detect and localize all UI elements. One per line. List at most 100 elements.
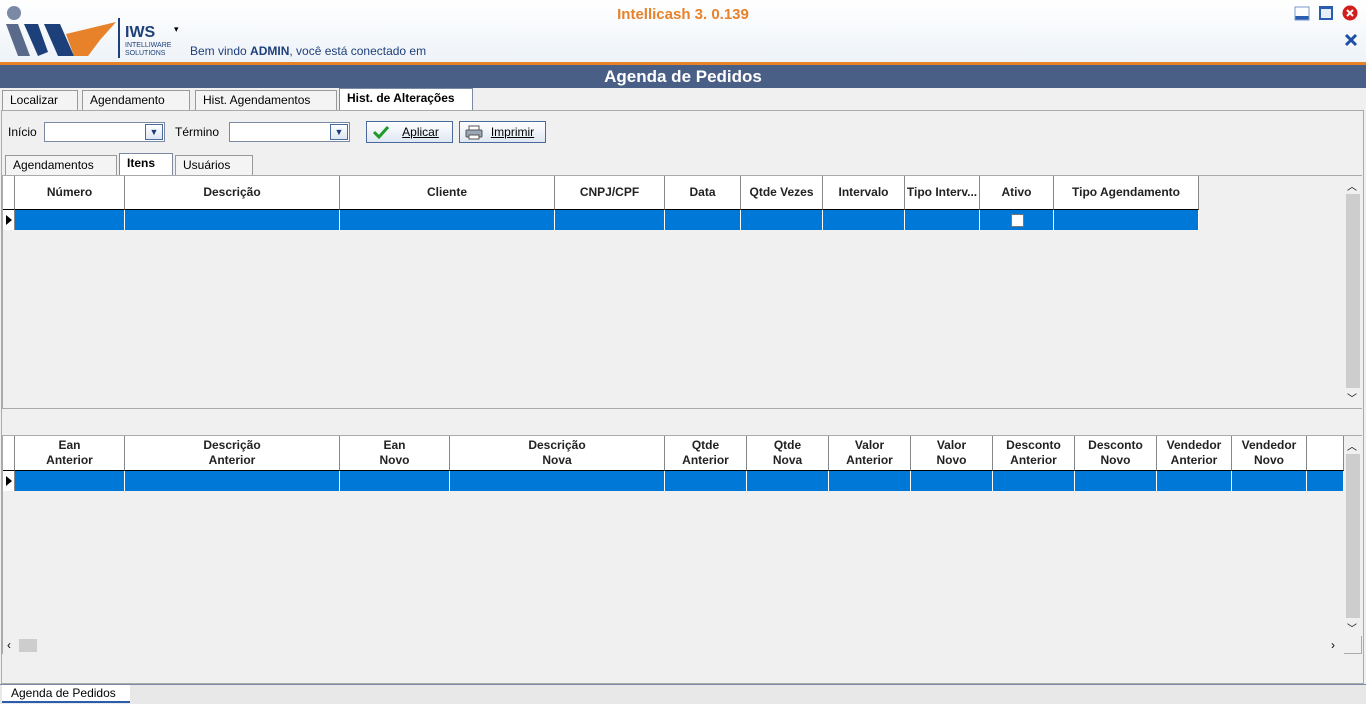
- col-header-line: Novo: [936, 453, 967, 467]
- apply-button[interactable]: Aplicar: [366, 121, 453, 143]
- cell-vendedor-novo[interactable]: [1232, 471, 1307, 491]
- cell-qtde-anterior[interactable]: [665, 471, 747, 491]
- col-header-qtde-anterior[interactable]: Qtde Anterior: [665, 436, 747, 471]
- dropdown-caret-icon[interactable]: ▾: [174, 24, 179, 35]
- cell-descricao[interactable]: [125, 210, 340, 230]
- col-header-valor-anterior[interactable]: Valor Anterior: [829, 436, 911, 471]
- chevron-down-icon[interactable]: ▼: [145, 124, 163, 140]
- cell-tipo-intervalo[interactable]: [905, 210, 980, 230]
- col-header-descricao-anterior[interactable]: Descrição Anterior: [125, 436, 340, 471]
- cell-filler: [1307, 471, 1344, 491]
- col-header-line: Nova: [772, 453, 803, 467]
- subtab-usuarios[interactable]: Usuários: [175, 155, 253, 175]
- itens-grid: Ean Anterior Descrição Anterior Ean Novo Descr…: [2, 435, 1362, 654]
- col-header-ean-anterior[interactable]: Ean Anterior: [15, 436, 125, 471]
- subtab-itens[interactable]: Itens: [119, 153, 173, 175]
- grid2-vertical-scrollbar[interactable]: ︿ ﹀: [1344, 436, 1362, 636]
- scroll-up-icon[interactable]: ︿: [1347, 178, 1357, 193]
- col-header-line: Ean: [383, 438, 406, 452]
- col-header-line: Novo: [1254, 453, 1284, 467]
- end-label: Término: [175, 125, 220, 139]
- cell-intervalo[interactable]: [823, 210, 905, 230]
- col-header-desconto-novo[interactable]: Desconto Novo: [1075, 436, 1157, 471]
- scroll-thumb[interactable]: [19, 639, 37, 652]
- row-indicator-header: [3, 176, 15, 210]
- cell-descricao-anterior[interactable]: [125, 471, 340, 491]
- cell-tipo-agendamento[interactable]: [1054, 210, 1199, 230]
- cell-valor-novo[interactable]: [911, 471, 993, 491]
- row-indicator[interactable]: [3, 471, 15, 491]
- col-header-numero[interactable]: Número: [15, 176, 125, 210]
- cell-numero[interactable]: [15, 210, 125, 230]
- col-header-vendedor-anterior[interactable]: Vendedor Anterior: [1157, 436, 1232, 471]
- col-header-valor-novo[interactable]: Valor Novo: [911, 436, 993, 471]
- subtab-agendamentos[interactable]: Agendamentos: [5, 155, 117, 175]
- cell-qtde-vezes[interactable]: [741, 210, 823, 230]
- tab-hist-agendamentos[interactable]: Hist. Agendamentos: [195, 90, 337, 110]
- row-indicator-header: [3, 436, 15, 471]
- start-date-combo[interactable]: ▼: [44, 122, 165, 142]
- col-header-cliente[interactable]: Cliente: [340, 176, 555, 210]
- col-header-data[interactable]: Data: [665, 176, 741, 210]
- close-window-icon[interactable]: [1343, 32, 1359, 48]
- grid2-horizontal-scrollbar[interactable]: ‹ ›: [3, 637, 1344, 654]
- cell-vendedor-anterior[interactable]: [1157, 471, 1232, 491]
- close-app-icon[interactable]: [1342, 5, 1358, 21]
- logo-text: IWS: [125, 24, 156, 41]
- scroll-thumb[interactable]: [1346, 454, 1360, 618]
- current-row-arrow-icon: [6, 476, 12, 486]
- col-header-intervalo[interactable]: Intervalo: [823, 176, 905, 210]
- col-header-qtde-nova[interactable]: Qtde Nova: [747, 436, 829, 471]
- col-header-cnpj-cpf[interactable]: CNPJ/CPF: [555, 176, 665, 210]
- scroll-right-icon[interactable]: ›: [1331, 638, 1335, 652]
- cell-valor-anterior[interactable]: [829, 471, 911, 491]
- cell-data[interactable]: [665, 210, 741, 230]
- cell-cliente[interactable]: [340, 210, 555, 230]
- cell-qtde-nova[interactable]: [747, 471, 829, 491]
- tab-agendamento[interactable]: Agendamento: [82, 90, 190, 110]
- current-row-arrow-icon: [6, 215, 12, 225]
- col-header-descricao[interactable]: Descrição: [125, 176, 340, 210]
- scroll-left-icon[interactable]: ‹: [7, 638, 11, 652]
- grid1-vertical-scrollbar[interactable]: ︿ ﹀: [1344, 176, 1362, 408]
- col-header-line: Desconto: [1088, 438, 1143, 452]
- tab-hist-alteracoes[interactable]: Hist. de Alterações: [339, 88, 473, 110]
- tab-localizar[interactable]: Localizar: [2, 90, 78, 110]
- col-header-ean-novo[interactable]: Ean Novo: [340, 436, 450, 471]
- col-header-tipo-agendamento[interactable]: Tipo Agendamento: [1054, 176, 1199, 210]
- cell-ean-anterior[interactable]: [15, 471, 125, 491]
- logo-subtext: INTELLIWARE SOLUTIONS: [125, 42, 172, 57]
- row-indicator[interactable]: [3, 210, 15, 230]
- cell-ativo[interactable]: [980, 210, 1054, 230]
- col-header-descricao-nova[interactable]: Descrição Nova: [450, 436, 665, 471]
- welcome-text: Bem vindo ADMIN, você está conectado em: [190, 44, 427, 58]
- chevron-down-icon[interactable]: ▼: [330, 124, 348, 140]
- col-header-line: Descrição: [203, 438, 261, 452]
- col-header-tipo-intervalo[interactable]: Tipo Interv...: [905, 176, 980, 210]
- minimize-icon[interactable]: [1294, 5, 1310, 21]
- scroll-down-icon[interactable]: ﹀: [1347, 390, 1357, 405]
- col-header-line: Descrição: [528, 438, 586, 452]
- cell-desconto-anterior[interactable]: [993, 471, 1075, 491]
- ativo-checkbox[interactable]: [1011, 214, 1024, 227]
- cell-ean-novo[interactable]: [340, 471, 450, 491]
- col-header-ativo[interactable]: Ativo: [980, 176, 1054, 210]
- end-date-combo[interactable]: ▼: [229, 122, 350, 142]
- col-header-line: Nova: [542, 453, 572, 467]
- bottom-tab-agenda[interactable]: Agenda de Pedidos: [2, 685, 130, 703]
- cell-descricao-nova[interactable]: [450, 471, 665, 491]
- col-header-line: Novo: [1100, 453, 1131, 467]
- scroll-thumb[interactable]: [1346, 194, 1360, 388]
- col-header-qtde-vezes[interactable]: Qtde Vezes: [741, 176, 823, 210]
- scroll-up-icon[interactable]: ︿: [1347, 438, 1357, 453]
- maximize-icon[interactable]: [1318, 5, 1334, 21]
- printer-icon: [465, 125, 483, 140]
- cell-desconto-novo[interactable]: [1075, 471, 1157, 491]
- col-header-line: Anterior: [682, 453, 729, 467]
- cell-cnpj-cpf[interactable]: [555, 210, 665, 230]
- col-header-vendedor-novo[interactable]: Vendedor Novo: [1232, 436, 1307, 471]
- scroll-down-icon[interactable]: ﹀: [1347, 620, 1357, 635]
- print-button[interactable]: Imprimir: [459, 121, 546, 143]
- col-header-line: Anterior: [1010, 453, 1057, 467]
- col-header-desconto-anterior[interactable]: Desconto Anterior: [993, 436, 1075, 471]
